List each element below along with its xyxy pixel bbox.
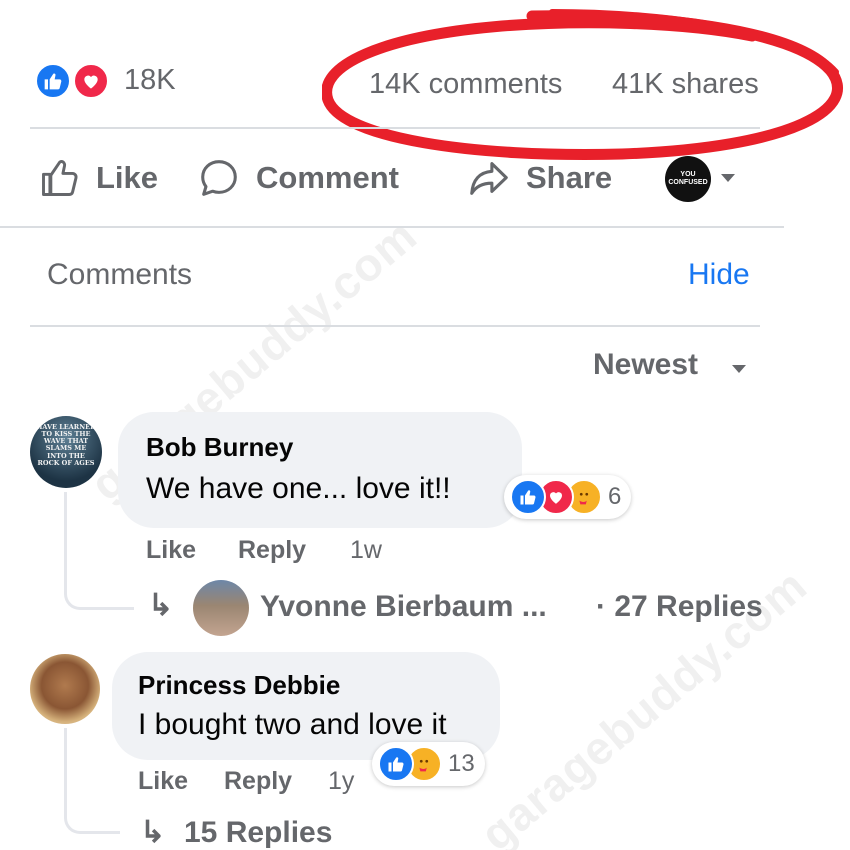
comment-reply-link[interactable]: Reply [224, 767, 292, 796]
love-icon [72, 62, 110, 100]
profile-avatar[interactable]: YOU CONFUSED [665, 156, 711, 202]
like-button[interactable]: Like [38, 150, 158, 206]
comments-heading: Comments [47, 258, 193, 291]
hide-comments-link[interactable]: Hide [688, 258, 750, 292]
comment-icon [201, 160, 237, 196]
reply-author: Yvonne Bierbaum ... [260, 590, 547, 623]
comment-reactions[interactable]: 6 [504, 475, 632, 519]
reaction-count: 6 [608, 483, 622, 510]
comment-reactions[interactable]: 13 [372, 742, 485, 786]
like-label: Like [96, 160, 159, 195]
chevron-down-icon[interactable] [721, 174, 735, 182]
comment-reply-link[interactable]: Reply [238, 536, 306, 565]
avatar[interactable]: HAVE LEARNED TO KISS THE WAVE THAT SLAMS… [30, 416, 102, 488]
like-icon [34, 62, 72, 100]
comment-button[interactable]: Comment [196, 150, 399, 206]
replies-count: 15 Replies [184, 816, 333, 849]
share-button[interactable]: Share [466, 150, 612, 206]
sort-label: Newest [593, 348, 699, 381]
comment-timestamp: 1y [328, 767, 355, 795]
shares-count[interactable]: 41K shares [612, 68, 759, 101]
reply-arrow-icon: ↳ [140, 816, 166, 849]
thread-line [64, 728, 120, 834]
comment-timestamp: 1w [350, 536, 382, 564]
avatar-caption: HAVE LEARNED TO KISS THE WAVE THAT SLAMS… [36, 423, 96, 467]
like-icon [378, 746, 414, 782]
reply-avatar [193, 580, 249, 636]
comment-text: I bought two and love it [138, 708, 447, 741]
divider [30, 127, 760, 129]
comment-author[interactable]: Princess Debbie [138, 670, 340, 701]
comment-label: Comment [256, 160, 399, 195]
comments-count[interactable]: 14K comments [369, 68, 562, 101]
divider [0, 226, 784, 228]
thumbs-up-icon [42, 160, 78, 196]
comment-like-link[interactable]: Like [138, 767, 188, 796]
reaction-count: 13 [448, 750, 475, 777]
share-label: Share [526, 160, 613, 195]
comment-text: We have one... love it!! [146, 472, 451, 505]
view-replies-link[interactable]: · 27 Replies [596, 590, 763, 624]
comment-bubble [118, 412, 522, 528]
share-icon [470, 162, 508, 195]
reaction-count: 18K [124, 64, 176, 96]
comment-author[interactable]: Bob Burney [146, 432, 293, 463]
chevron-down-icon [732, 365, 746, 373]
avatar[interactable] [30, 654, 100, 724]
comment-like-link[interactable]: Like [146, 536, 196, 565]
reply-arrow-icon: ↳ [148, 589, 174, 622]
like-icon [510, 479, 546, 515]
divider [30, 325, 760, 327]
